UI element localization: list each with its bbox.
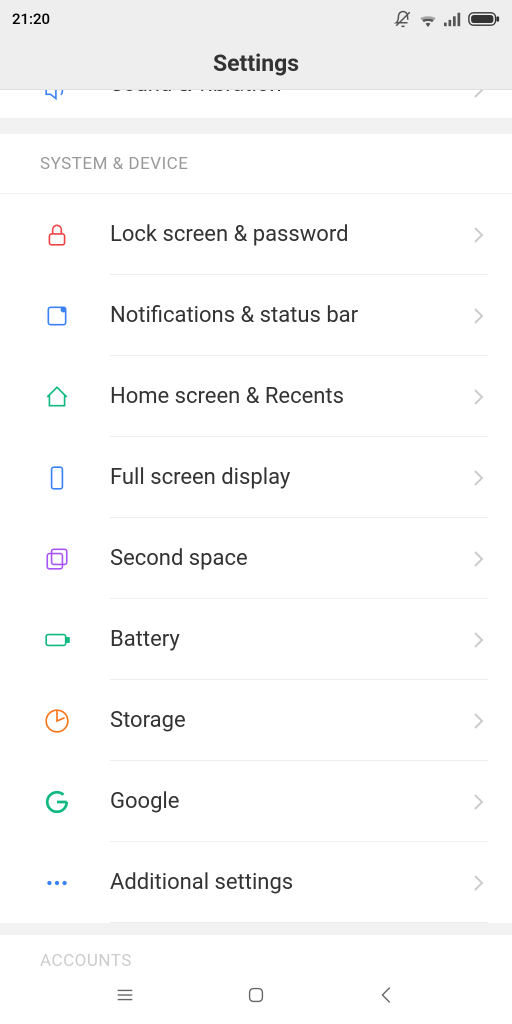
row-notifications[interactable]: Notifications & status bar: [0, 275, 512, 356]
row-label: Notifications & status bar: [110, 303, 472, 328]
row-google[interactable]: Google: [0, 761, 512, 842]
navigation-bar: [0, 966, 512, 1024]
page-header: Settings: [0, 38, 512, 90]
row-lock-screen[interactable]: Lock screen & password: [0, 194, 512, 275]
more-icon: [44, 870, 70, 896]
row-full-screen[interactable]: Full screen display: [0, 437, 512, 518]
row-label: Full screen display: [110, 465, 472, 490]
status-time: 21:20: [12, 10, 50, 28]
display-icon: [44, 465, 70, 491]
google-icon: [44, 789, 70, 815]
row-label: Google: [110, 789, 472, 814]
lock-icon: [44, 222, 70, 248]
notification-icon: [44, 303, 70, 329]
back-icon[interactable]: [376, 984, 398, 1006]
row-label: Battery: [110, 627, 472, 652]
row-storage[interactable]: Storage: [0, 680, 512, 761]
sound-icon: [44, 90, 70, 104]
chevron-right-icon: [472, 90, 484, 100]
chevron-right-icon: [472, 306, 484, 326]
storage-icon: [44, 708, 70, 734]
notification-off-icon: [394, 10, 412, 28]
section-divider: [0, 923, 512, 935]
chevron-right-icon: [472, 387, 484, 407]
section-title: SYSTEM & DEVICE: [40, 154, 188, 174]
home-icon: [44, 384, 70, 410]
chevron-right-icon: [472, 711, 484, 731]
section-divider: [0, 118, 512, 134]
row-battery[interactable]: Battery: [0, 599, 512, 680]
section-header-system: SYSTEM & DEVICE: [0, 134, 512, 194]
row-second-space[interactable]: Second space: [0, 518, 512, 599]
second-space-icon: [44, 546, 70, 572]
partial-row-sound[interactable]: Sound & vibration: [0, 90, 512, 118]
row-label: Lock screen & password: [110, 222, 472, 247]
page-title: Settings: [213, 50, 299, 77]
home-nav-icon[interactable]: [245, 984, 267, 1006]
battery-icon: [468, 11, 500, 27]
chevron-right-icon: [472, 468, 484, 488]
row-label: Second space: [110, 546, 472, 571]
row-additional[interactable]: Additional settings: [0, 842, 512, 923]
chevron-right-icon: [472, 225, 484, 245]
wifi-icon: [418, 11, 438, 27]
row-label: Storage: [110, 708, 472, 733]
row-label: Additional settings: [110, 870, 472, 895]
menu-icon[interactable]: [114, 984, 136, 1006]
chevron-right-icon: [472, 792, 484, 812]
partial-label: Sound & vibration: [110, 90, 282, 97]
signal-icon: [444, 11, 462, 27]
chevron-right-icon: [472, 549, 484, 569]
chevron-right-icon: [472, 873, 484, 893]
battery-row-icon: [44, 627, 70, 653]
status-bar: 21:20: [0, 0, 512, 38]
status-icons: [394, 10, 500, 28]
chevron-right-icon: [472, 630, 484, 650]
row-home-screen[interactable]: Home screen & Recents: [0, 356, 512, 437]
row-label: Home screen & Recents: [110, 384, 472, 409]
